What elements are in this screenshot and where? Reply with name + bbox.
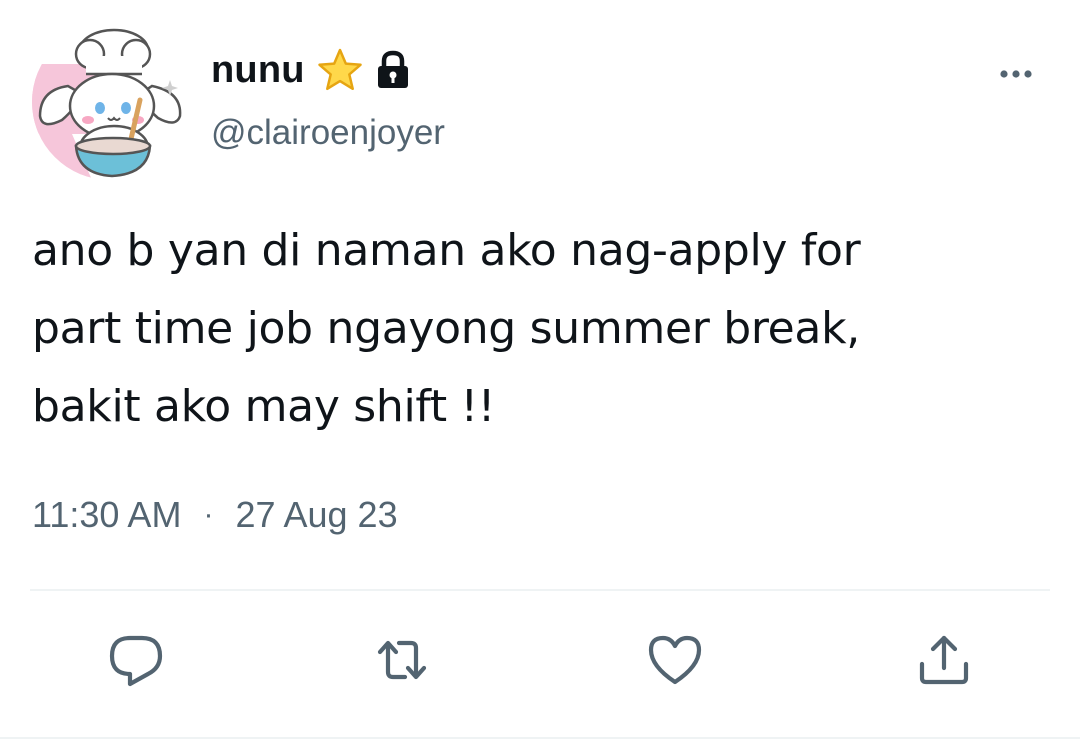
like-button[interactable]: [645, 630, 705, 690]
retweet-button[interactable]: [372, 630, 432, 690]
reply-icon: [109, 635, 163, 687]
tweet-text: ano b yan di naman ako nag-apply for par…: [32, 225, 861, 432]
lock-icon: [373, 49, 413, 91]
more-dots-icon: [1000, 70, 1032, 78]
tweet-card: nunu @clairoenjoyer ano b yan di naman a…: [0, 0, 1080, 753]
display-name[interactable]: nunu: [211, 49, 305, 92]
user-name-row: nunu: [211, 44, 413, 96]
timestamp-separator: ·: [203, 498, 214, 531]
retweet-icon: [377, 640, 427, 680]
tweet-timestamp: 11:30 AM · 27 Aug 23: [32, 490, 398, 540]
tweet-time[interactable]: 11:30 AM: [32, 494, 181, 536]
share-icon: [919, 635, 969, 685]
heart-icon: [648, 635, 702, 685]
tweet-date[interactable]: 27 Aug 23: [235, 494, 397, 536]
bottom-divider: [0, 737, 1080, 739]
divider: [30, 589, 1050, 591]
reply-button[interactable]: [106, 630, 166, 690]
star-icon: [315, 47, 365, 93]
chef-bunny-icon: [32, 24, 188, 180]
more-options-button[interactable]: [990, 56, 1042, 92]
user-handle[interactable]: @clairoenjoyer: [211, 113, 445, 153]
share-button[interactable]: [914, 630, 974, 690]
avatar[interactable]: [32, 24, 188, 180]
